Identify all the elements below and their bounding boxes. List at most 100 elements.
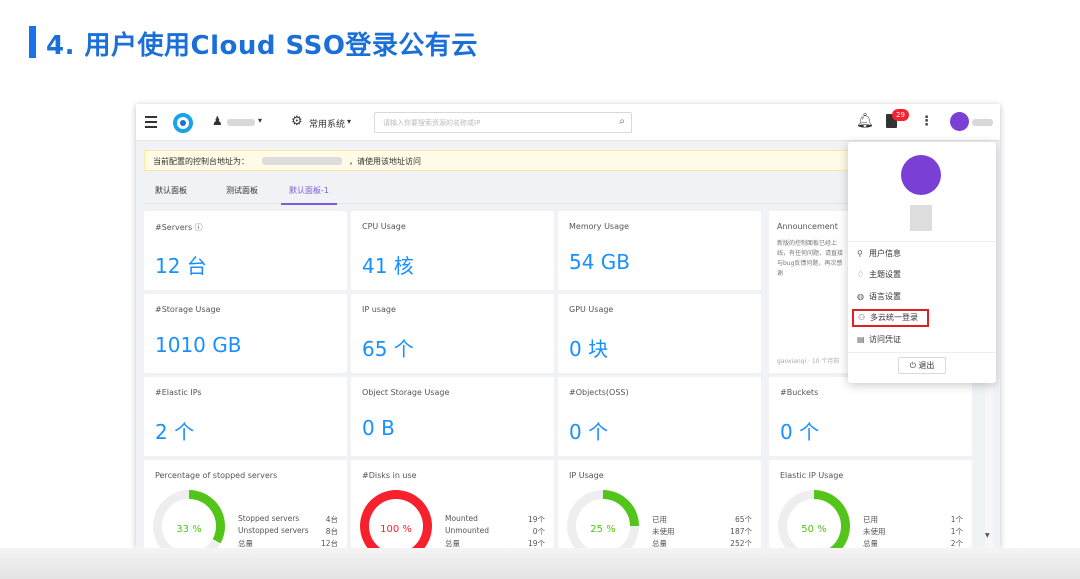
menu-item-label: 主题设置 [869, 270, 901, 279]
legend-key: Mounted [445, 514, 478, 523]
top-bar: ♟ ▾ ⚙ 常用系统 ▾ 请输入你要搜索资源的名称或IP ⌕ 🔔︎ 29 ⋮ [136, 104, 1000, 141]
legend-key: Unmounted [445, 526, 489, 535]
chevron-down-icon[interactable]: ▾ [258, 116, 262, 125]
stat-card[interactable]: CPU Usage 41 核 [351, 211, 554, 290]
legend-value: 19个 [527, 515, 545, 524]
multi-user-icon: ⚇ [858, 313, 866, 322]
legend-key: 未使用 [652, 527, 675, 536]
card-value: 41 核 [362, 254, 414, 278]
avatar[interactable] [950, 112, 969, 131]
gauge-legend: 已用 1个 未使用 1个 总量 2个 [863, 514, 963, 548]
more-icon[interactable]: ⋮ [920, 114, 933, 129]
scroll-down-icon[interactable]: ▼ [985, 532, 990, 539]
legend-value: 187个 [730, 527, 752, 536]
legend-key: Stopped servers [238, 514, 300, 523]
card-value: 12 台 [155, 254, 207, 278]
menu-item-language[interactable]: ◍ 语言设置 [857, 288, 987, 306]
card-value: 54 GB [569, 250, 631, 274]
stat-card[interactable]: IP usage 65 个 [351, 294, 554, 373]
stat-card[interactable]: Object Storage Usage 0 B [351, 377, 554, 456]
card-label: #Buckets [780, 388, 819, 397]
logout-button[interactable]: ⏻ 退出 [898, 357, 946, 374]
legend-key: 总量 [445, 539, 460, 548]
bottom-shadow [0, 548, 1080, 579]
gauge-legend: Mounted 19个 Unmounted 0个 总量 19个 [445, 514, 545, 548]
card-value: 0 块 [569, 337, 609, 361]
gauge-card[interactable]: IP Usage 25 % 已用 65个 未使用 187个 总量 252个 [558, 460, 761, 548]
announcement-text: 新版的控制面板已经上线，有任何问题，请直接与bug反馈问题，再次感谢 [777, 240, 844, 277]
search-icon[interactable]: ⌕ [619, 116, 625, 127]
legend-key: 已用 [652, 515, 667, 524]
notification-badge: 29 [892, 109, 909, 121]
user-icon: ⚲ [857, 249, 863, 258]
gauge-percent: 25 % [590, 524, 616, 535]
menu-item-label: 语言设置 [869, 292, 901, 301]
legend-value: 0个 [532, 527, 545, 536]
logout-label: 退出 [918, 361, 935, 370]
logo[interactable] [173, 113, 193, 133]
globe-icon: ◍ [857, 292, 864, 301]
stat-card[interactable]: #Elastic IPs 2 个 [144, 377, 347, 456]
legend-value: 2个 [950, 539, 963, 548]
menu-item-theme[interactable]: ♢ 主题设置 [857, 266, 987, 284]
announcement-footer: gaoxianqi · 10 个月前 [777, 358, 840, 365]
tab-default-1[interactable]: 默认面板-1 [281, 185, 337, 205]
system-selector[interactable]: 常用系统 [309, 117, 345, 130]
scrollbar[interactable] [985, 378, 993, 548]
bell-icon[interactable]: 🔔︎ [856, 113, 874, 129]
gauge-ring: 25 % [567, 490, 639, 548]
gauge-card[interactable]: Percentage of stopped servers 33 % Stopp… [144, 460, 347, 548]
stat-card[interactable]: #Objects(OSS) 0 个 [558, 377, 761, 456]
menu-item-user-info[interactable]: ⚲ 用户信息 [857, 245, 987, 263]
user-name[interactable] [972, 119, 993, 126]
menu-icon[interactable] [145, 116, 157, 128]
console-address [262, 157, 342, 165]
menu-item-multi-cloud-sso[interactable]: ⚇ 多云统一登录 [852, 309, 929, 327]
slide: 4. 用户使用Cloud SSO登录公有云 ♟ ▾ ⚙ 常用系统 ▾ 请输入你要… [0, 0, 1080, 579]
gauge-percent: 50 % [801, 524, 827, 535]
tab-default[interactable]: 默认面板 [155, 185, 187, 196]
tab-test[interactable]: 测试面板 [226, 185, 258, 196]
gauge-card[interactable]: #Disks in use 100 % Mounted 19个 Unmounted… [351, 460, 554, 548]
chevron-down-icon[interactable]: ▾ [347, 117, 351, 126]
legend-key: 总量 [863, 539, 878, 548]
gauge-percent: 100 % [380, 524, 412, 535]
app-window: ♟ ▾ ⚙ 常用系统 ▾ 请输入你要搜索资源的名称或IP ⌕ 🔔︎ 29 ⋮ 当… [136, 104, 1000, 548]
divider [848, 241, 996, 242]
gauge-card[interactable]: Elastic IP Usage 50 % 已用 1个 未使用 1个 总量 2个 [769, 460, 972, 548]
card-value: 2 个 [155, 420, 195, 444]
gauge-ring: 50 % [778, 490, 850, 548]
legend-value: 1个 [950, 527, 963, 536]
menu-item-label: 用户信息 [869, 249, 901, 258]
stat-card[interactable]: #Buckets 0 个 [769, 377, 972, 456]
stat-card[interactable]: #Servers ⓘ 12 台 [144, 211, 347, 290]
legend-key: 总量 [238, 539, 253, 548]
stat-card[interactable]: #Storage Usage 1010 GB [144, 294, 347, 373]
card-label: CPU Usage [362, 222, 406, 231]
project-selector[interactable] [227, 119, 255, 126]
stat-card[interactable]: GPU Usage 0 块 [558, 294, 761, 373]
card-label: Percentage of stopped servers [155, 471, 278, 480]
divider [848, 352, 996, 353]
legend-value: 8台 [325, 527, 338, 536]
legend-key: 已用 [863, 515, 878, 524]
legend-key: Unstopped servers [238, 526, 309, 535]
menu-item-access-credentials[interactable]: ▤ 访问凭证 [857, 331, 987, 349]
legend-value: 1个 [950, 515, 963, 524]
gauge-legend: Stopped servers 4台 Unstopped servers 8台 总量… [238, 514, 338, 548]
search-placeholder: 请输入你要搜索资源的名称或IP [383, 119, 481, 127]
stat-card[interactable]: Memory Usage 54 GB [558, 211, 761, 290]
notice-text-suffix: ，请使用该地址访问 [349, 157, 421, 166]
card-label: IP Usage [569, 471, 604, 480]
gear-icon[interactable]: ⚙ [291, 114, 303, 129]
search-input[interactable]: 请输入你要搜索资源的名称或IP ⌕ [374, 112, 632, 133]
avatar [901, 155, 941, 195]
legend-key: 总量 [652, 539, 667, 548]
legend-value: 65个 [734, 515, 752, 524]
user-menu: ⚲ 用户信息 ♢ 主题设置 ◍ 语言设置 ⚇ 多云统一登录 ▤ 访问凭证 ⏻ 退出 [848, 142, 996, 383]
legend-value: 12台 [320, 539, 338, 548]
card-label: Memory Usage [569, 222, 630, 231]
title-accent-bar [29, 26, 36, 58]
menu-item-label: 多云统一登录 [870, 313, 918, 322]
card-label: #Disks in use [362, 471, 417, 480]
